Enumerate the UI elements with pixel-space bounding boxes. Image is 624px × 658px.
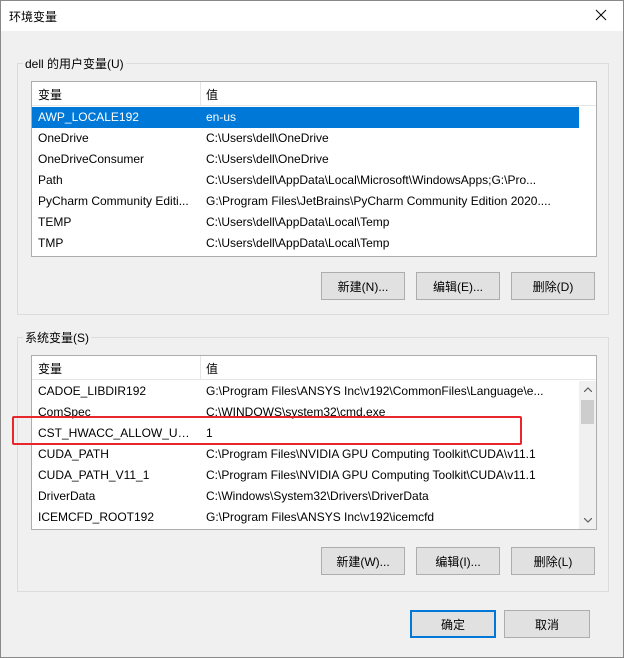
variable-value: G:\Program Files\JetBrains\PyCharm Commu… <box>206 194 551 208</box>
close-button[interactable] <box>579 1 623 29</box>
window-title: 环境变量 <box>9 10 58 24</box>
variable-value: G:\Program Files\ANSYS Inc\v192\icemcfd <box>206 510 435 524</box>
list-item[interactable]: CUDA_PATH_V11_1 C:\Program Files\NVIDIA … <box>32 465 579 486</box>
system-variables-label: 系统变量(S) <box>23 329 91 346</box>
variable-value: C:\Users\dell\AppData\Local\Microsoft\Wi… <box>206 173 537 187</box>
variable-value: G:\Program Files\ANSYS Inc\v192\CommonFi… <box>206 384 544 398</box>
list-header: 变量 值 <box>32 82 596 106</box>
user-new-button[interactable]: 新建(N)... <box>321 272 405 300</box>
chevron-up-icon <box>583 387 592 392</box>
system-edit-button[interactable]: 编辑(I)... <box>416 547 500 575</box>
variable-name: PyCharm Community Editi... <box>38 194 189 208</box>
variable-name: ICEMCFD_ROOT192 <box>38 510 155 524</box>
user-variables-label: dell 的用户变量(U) <box>23 55 126 72</box>
list-item[interactable]: DriverData C:\Windows\System32\Drivers\D… <box>32 486 579 507</box>
variable-name: CUDA_PATH_V11_1 <box>38 468 150 482</box>
annotation-highlight-box <box>12 416 522 445</box>
user-variables-list[interactable]: 变量 值 AWP_LOCALE192 en-us OneDrive C:\Use… <box>31 81 597 257</box>
variable-value: C:\Users\dell\OneDrive <box>206 152 329 166</box>
variable-value: C:\Users\dell\AppData\Local\Temp <box>206 215 390 229</box>
variable-value: C:\Program Files\NVIDIA GPU Computing To… <box>206 468 536 482</box>
column-header-variable[interactable]: 变量 <box>38 360 62 377</box>
variable-name: CUDA_PATH <box>38 447 109 461</box>
variable-name: TEMP <box>38 215 72 229</box>
variable-name: TMP <box>38 236 64 250</box>
cancel-button[interactable]: 取消 <box>504 610 590 638</box>
variable-value: C:\Windows\System32\Drivers\DriverData <box>206 489 429 503</box>
variable-value: C:\Users\dell\AppData\Local\Temp <box>206 236 390 250</box>
vertical-scrollbar[interactable] <box>579 381 596 529</box>
list-item[interactable]: PyCharm Community Editi... G:\Program Fi… <box>32 191 579 212</box>
variable-name: OneDrive <box>38 131 89 145</box>
list-item-awp-locale192[interactable]: AWP_LOCALE192 en-us <box>32 107 579 128</box>
list-item[interactable]: CUDA_PATH C:\Program Files\NVIDIA GPU Co… <box>32 444 579 465</box>
list-item[interactable]: OneDrive C:\Users\dell\OneDrive <box>32 128 579 149</box>
close-icon <box>595 9 607 21</box>
list-item[interactable]: CADOE_LIBDIR192 G:\Program Files\ANSYS I… <box>32 381 579 402</box>
column-separator[interactable] <box>200 356 201 380</box>
column-header-value[interactable]: 值 <box>206 360 218 377</box>
variable-name: DriverData <box>38 489 96 503</box>
variable-value: C:\Program Files\NVIDIA GPU Computing To… <box>206 447 536 461</box>
variable-name: CADOE_LIBDIR192 <box>38 384 147 398</box>
system-new-button[interactable]: 新建(W)... <box>321 547 405 575</box>
list-item[interactable]: ICEMCFD_ROOT192 G:\Program Files\ANSYS I… <box>32 507 579 528</box>
scroll-up-arrow[interactable] <box>579 381 596 398</box>
user-delete-button[interactable]: 删除(D) <box>511 272 595 300</box>
variable-name: Path <box>38 173 63 187</box>
list-header: 变量 值 <box>32 356 596 380</box>
variable-value: en-us <box>206 110 237 124</box>
title-bar: 环境变量 <box>1 1 623 31</box>
variable-name: AWP_LOCALE192 <box>38 110 139 124</box>
ok-button[interactable]: 确定 <box>410 610 496 638</box>
system-delete-button[interactable]: 删除(L) <box>511 547 595 575</box>
variable-value: C:\Users\dell\OneDrive <box>206 131 329 145</box>
column-header-value[interactable]: 值 <box>206 86 218 103</box>
variable-name: OneDriveConsumer <box>38 152 145 166</box>
list-item[interactable]: TMP C:\Users\dell\AppData\Local\Temp <box>32 233 579 254</box>
chevron-down-icon <box>583 518 592 523</box>
list-item[interactable]: TEMP C:\Users\dell\AppData\Local\Temp <box>32 212 579 233</box>
environment-variables-dialog: 环境变量 dell 的用户变量(U) 变量 值 AWP_LOCALE192 en… <box>0 0 624 658</box>
column-header-variable[interactable]: 变量 <box>38 86 62 103</box>
scroll-thumb[interactable] <box>581 400 594 424</box>
user-edit-button[interactable]: 编辑(E)... <box>416 272 500 300</box>
scroll-down-arrow[interactable] <box>579 512 596 529</box>
list-item[interactable]: OneDriveConsumer C:\Users\dell\OneDrive <box>32 149 579 170</box>
column-separator[interactable] <box>200 82 201 106</box>
list-item[interactable]: Path C:\Users\dell\AppData\Local\Microso… <box>32 170 579 191</box>
